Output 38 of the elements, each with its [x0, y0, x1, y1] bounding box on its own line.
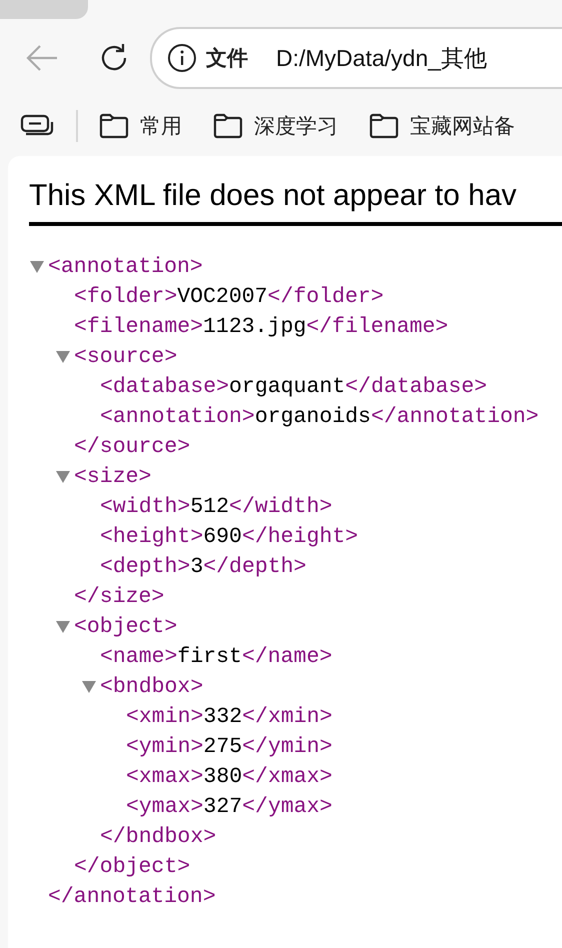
collapse-triangle-icon[interactable]	[55, 350, 71, 364]
page-heading: This XML file does not appear to hav	[29, 176, 562, 226]
xml-line: <xmax>380</xmax>	[126, 765, 332, 789]
collapse-triangle-icon[interactable]	[29, 260, 45, 274]
xml-line: <bndbox>	[100, 675, 204, 699]
info-icon[interactable]	[167, 43, 197, 73]
xml-line: <ymin>275</ymin>	[126, 735, 332, 759]
xml-line: <size>	[74, 465, 152, 489]
collapse-triangle-icon[interactable]	[55, 470, 71, 484]
folder-icon	[212, 112, 244, 140]
xml-line: <source>	[74, 345, 178, 369]
address-bar[interactable]: 文件 D:/MyData/ydn_其他	[150, 27, 562, 89]
xml-line: <height>690</height>	[100, 525, 358, 549]
bookmark-folder[interactable]: 常用	[98, 112, 182, 140]
collapse-triangle-icon[interactable]	[55, 620, 71, 634]
xml-line: <database>orgaquant</database>	[100, 375, 488, 399]
xml-line: <width>512</width>	[100, 495, 332, 519]
url-text: D:/MyData/ydn_其他	[276, 44, 487, 73]
xml-line: <folder>VOC2007</folder>	[74, 285, 384, 309]
xml-line: </bndbox>	[100, 825, 216, 849]
bookmark-folder[interactable]: 深度学习	[212, 112, 338, 140]
xml-line: <xmin>332</xmin>	[126, 705, 332, 729]
xml-line: <object>	[74, 615, 178, 639]
xml-line: </object>	[74, 855, 190, 879]
xml-line: </annotation>	[48, 885, 216, 909]
xml-line: <annotation>organoids</annotation>	[100, 405, 539, 429]
xml-line: </size>	[74, 585, 164, 609]
xml-line: <name>first</name>	[100, 645, 332, 669]
folder-icon	[98, 112, 130, 140]
xml-line: <annotation>	[48, 255, 203, 279]
xml-line: <depth>3</depth>	[100, 555, 306, 579]
xml-line: <ymax>327</ymax>	[126, 795, 332, 819]
bookmark-folder[interactable]: 宝藏网站备	[368, 112, 515, 140]
collapse-triangle-icon[interactable]	[81, 680, 97, 694]
folder-icon	[368, 112, 400, 140]
xml-line: </source>	[74, 435, 190, 459]
scheme-label: 文件	[206, 45, 248, 72]
xml-line: <filename>1123.jpg</filename>	[74, 315, 448, 339]
